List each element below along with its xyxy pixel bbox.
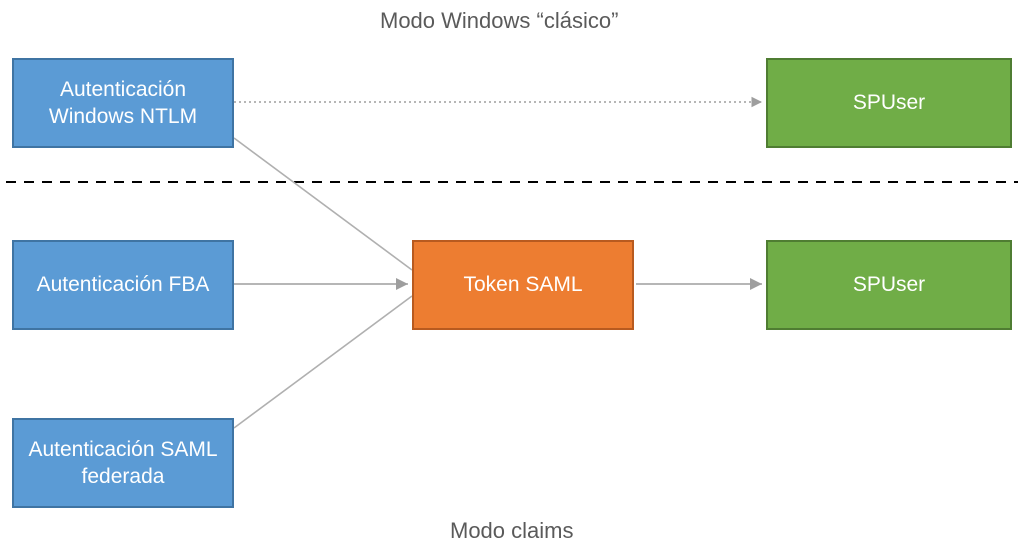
- node-saml: Autenticación SAML federada: [12, 418, 234, 508]
- node-token: Token SAML: [412, 240, 634, 330]
- node-spuser-top: SPUser: [766, 58, 1012, 148]
- edge-saml-token: [234, 296, 412, 428]
- node-ntlm: Autenticación Windows NTLM: [12, 58, 234, 148]
- heading-bottom: Modo claims: [450, 518, 573, 544]
- heading-top: Modo Windows “clásico”: [380, 8, 618, 34]
- node-spuser-bottom: SPUser: [766, 240, 1012, 330]
- node-fba: Autenticación FBA: [12, 240, 234, 330]
- edge-ntlm-token: [234, 138, 412, 270]
- diagram-stage: Modo Windows “clásico” Modo claims Auten…: [0, 0, 1024, 552]
